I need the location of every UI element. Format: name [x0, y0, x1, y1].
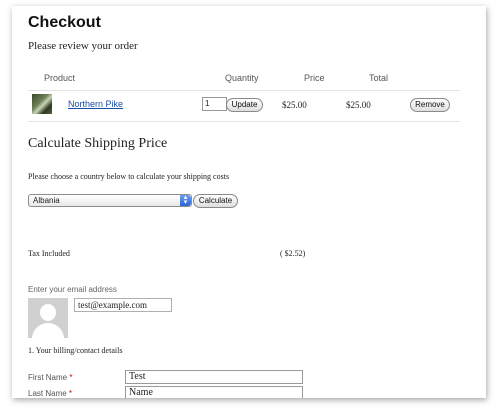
product-thumbnail	[32, 94, 52, 114]
shipping-section-title: Calculate Shipping Price	[28, 136, 168, 151]
update-button[interactable]: Update	[226, 98, 263, 112]
column-header-price: Price	[304, 73, 325, 83]
column-header-quantity: Quantity	[225, 73, 259, 83]
default-avatar-icon	[28, 298, 68, 338]
required-mark: *	[68, 389, 73, 398]
country-select-value: Albania	[33, 196, 60, 205]
shipping-note: Please choose a country below to calcula…	[28, 172, 230, 181]
last-name-input[interactable]: Name	[125, 386, 303, 398]
row-divider	[28, 121, 460, 122]
select-arrows-icon: ▴ ▾	[180, 194, 191, 206]
item-price: $25.00	[282, 100, 307, 110]
header-divider	[28, 90, 460, 91]
checkout-page: Checkout Please review your order Produc…	[12, 6, 486, 398]
country-select[interactable]: Albania ▴ ▾	[28, 194, 192, 207]
last-name-label-text: Last Name	[28, 389, 67, 398]
first-name-input[interactable]: Test	[125, 370, 303, 384]
email-input[interactable]: test@example.com	[74, 298, 172, 312]
column-header-product: Product	[44, 73, 76, 83]
last-name-label: Last Name *	[28, 389, 72, 398]
column-header-total: Total	[369, 73, 389, 83]
product-link[interactable]: Northern Pike	[68, 99, 123, 109]
page-title: Checkout	[28, 14, 101, 31]
calculate-button[interactable]: Calculate	[193, 194, 238, 208]
tax-label: Tax Included	[28, 249, 70, 258]
email-label: Enter your email address	[28, 285, 117, 294]
item-total: $25.00	[346, 100, 371, 110]
remove-button[interactable]: Remove	[410, 98, 450, 112]
tax-value: ( $2.52)	[280, 249, 306, 258]
first-name-label: First Name *	[28, 373, 72, 382]
billing-heading: 1. Your billing/contact details	[28, 346, 123, 355]
quantity-input[interactable]: 1	[202, 97, 227, 111]
required-mark: *	[69, 373, 73, 382]
review-text: Please review your order	[28, 40, 138, 52]
first-name-label-text: First Name	[28, 373, 68, 382]
